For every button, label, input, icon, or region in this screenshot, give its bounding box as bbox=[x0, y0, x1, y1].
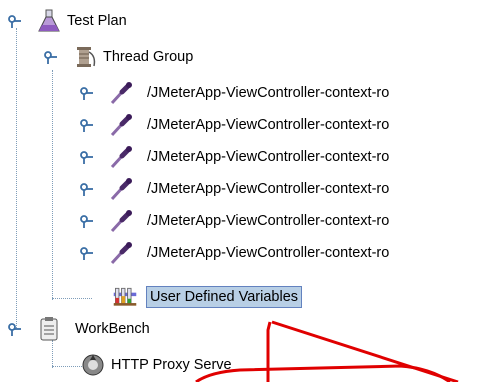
test-plan-tree[interactable]: Test Plan Thread Group /JMeterApp-ViewCo… bbox=[0, 0, 490, 382]
window-right-edge bbox=[478, 0, 490, 382]
annotation-outline bbox=[195, 320, 459, 382]
